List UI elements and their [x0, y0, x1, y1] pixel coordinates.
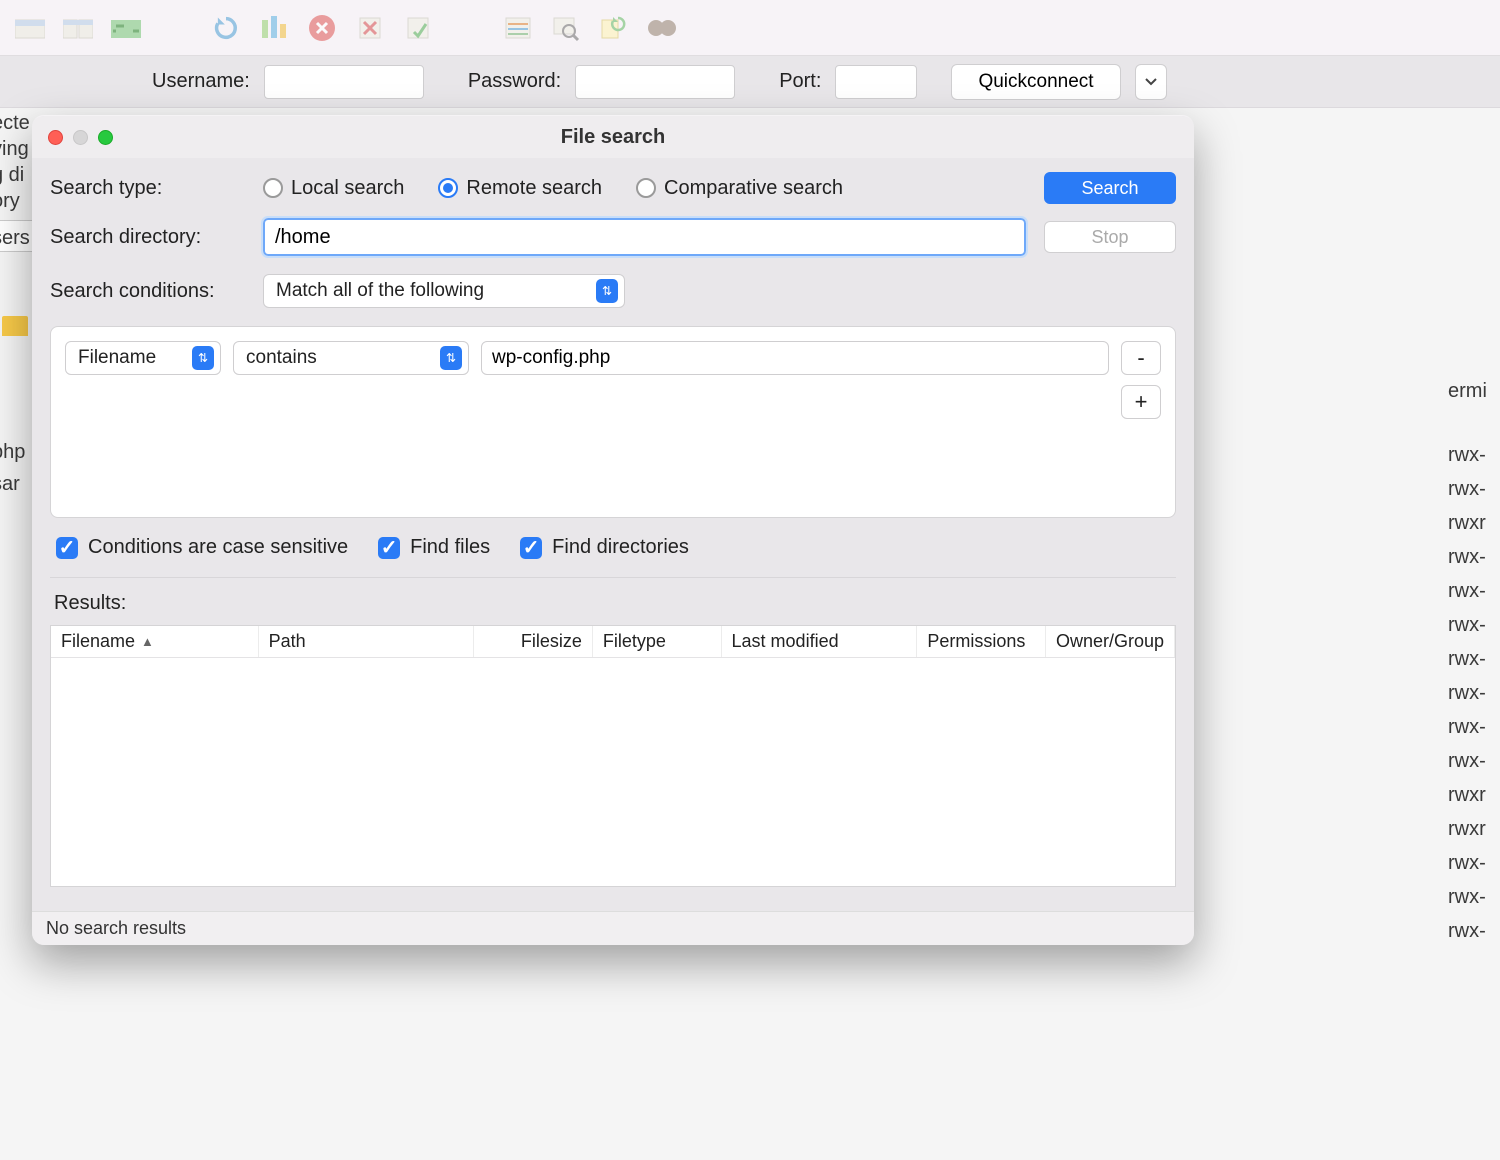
condition-field-select[interactable]: Filename ⇅ — [65, 341, 221, 375]
reconnect-icon[interactable] — [398, 10, 438, 46]
quickconnect-button[interactable]: Quickconnect — [951, 64, 1120, 100]
filelist-icon[interactable] — [498, 10, 538, 46]
bg-file-fragment: php sar — [0, 436, 34, 500]
folder-icon — [2, 312, 28, 336]
file-search-dialog: File search Search type: Local search Re… — [32, 115, 1194, 945]
stop-button: Stop — [1044, 221, 1176, 253]
match-mode-select[interactable]: Match all of the following ⇅ — [263, 274, 625, 308]
sync-icon[interactable] — [594, 10, 634, 46]
port-input[interactable] — [835, 65, 917, 99]
compare-icon[interactable] — [642, 10, 682, 46]
column-filetype[interactable]: Filetype — [593, 626, 722, 657]
radio-local-search[interactable]: Local search — [263, 177, 404, 200]
main-toolbar — [0, 0, 1500, 56]
cancel-icon[interactable] — [302, 10, 342, 46]
radio-remote-search[interactable]: Remote search — [438, 177, 602, 200]
chevrons-icon: ⇅ — [440, 346, 462, 370]
process-queue-icon[interactable] — [254, 10, 294, 46]
dialog-title: File search — [32, 126, 1194, 149]
search-icon[interactable] — [546, 10, 586, 46]
column-filename[interactable]: Filename▲ — [51, 626, 259, 657]
quickconnect-bar: Username: Password: Port: Quickconnect — [0, 56, 1500, 108]
results-table: Filename▲ Path Filesize Filetype Last mo… — [50, 625, 1176, 887]
search-button[interactable]: Search — [1044, 172, 1176, 204]
column-permissions[interactable]: Permissions — [917, 626, 1046, 657]
column-last-modified[interactable]: Last modified — [722, 626, 918, 657]
find-files-checkbox[interactable]: ✓Find files — [378, 536, 490, 559]
column-filesize[interactable]: Filesize — [474, 626, 593, 657]
toggle-log-icon[interactable] — [58, 10, 98, 46]
password-label: Password: — [468, 70, 561, 93]
column-owner-group[interactable]: Owner/Group — [1046, 626, 1175, 657]
chevrons-icon: ⇅ — [596, 279, 618, 303]
find-directories-checkbox[interactable]: ✓Find directories — [520, 536, 689, 559]
condition-value-input[interactable] — [481, 341, 1109, 375]
conditions-panel: Filename ⇅ contains ⇅ - + — [50, 326, 1176, 518]
case-sensitive-checkbox[interactable]: ✓Conditions are case sensitive — [56, 536, 348, 559]
username-input[interactable] — [264, 65, 424, 99]
search-type-label: Search type: — [50, 177, 245, 200]
bg-path-fragment: sers — [0, 220, 34, 252]
quickconnect-history-dropdown[interactable] — [1135, 64, 1167, 100]
dialog-statusbar: No search results — [32, 911, 1194, 945]
bg-log-fragment: ecte ving g di ory — [0, 110, 34, 214]
condition-operator-select[interactable]: contains ⇅ — [233, 341, 469, 375]
bg-perm-header-fragment: ermi — [1448, 378, 1500, 404]
disconnect-icon[interactable] — [350, 10, 390, 46]
bg-perm-fragment: rwx- rwx- rwxr rwx- rwx- rwx- rwx- rwx- … — [1448, 438, 1500, 948]
port-label: Port: — [779, 70, 821, 93]
search-conditions-label: Search conditions: — [50, 280, 245, 303]
radio-comparative-search[interactable]: Comparative search — [636, 177, 843, 200]
toggle-queue-icon[interactable] — [106, 10, 146, 46]
username-label: Username: — [152, 70, 250, 93]
remove-condition-button[interactable]: - — [1121, 341, 1161, 375]
sitemanager-icon[interactable] — [10, 10, 50, 46]
password-input[interactable] — [575, 65, 735, 99]
chevrons-icon: ⇅ — [192, 346, 214, 370]
sort-ascending-icon: ▲ — [141, 634, 154, 649]
column-path[interactable]: Path — [259, 626, 475, 657]
add-condition-button[interactable]: + — [1121, 385, 1161, 419]
search-directory-label: Search directory: — [50, 226, 245, 249]
results-label: Results: — [54, 592, 1176, 615]
dialog-titlebar: File search — [32, 116, 1194, 158]
refresh-icon[interactable] — [206, 10, 246, 46]
search-directory-input[interactable] — [263, 218, 1026, 256]
